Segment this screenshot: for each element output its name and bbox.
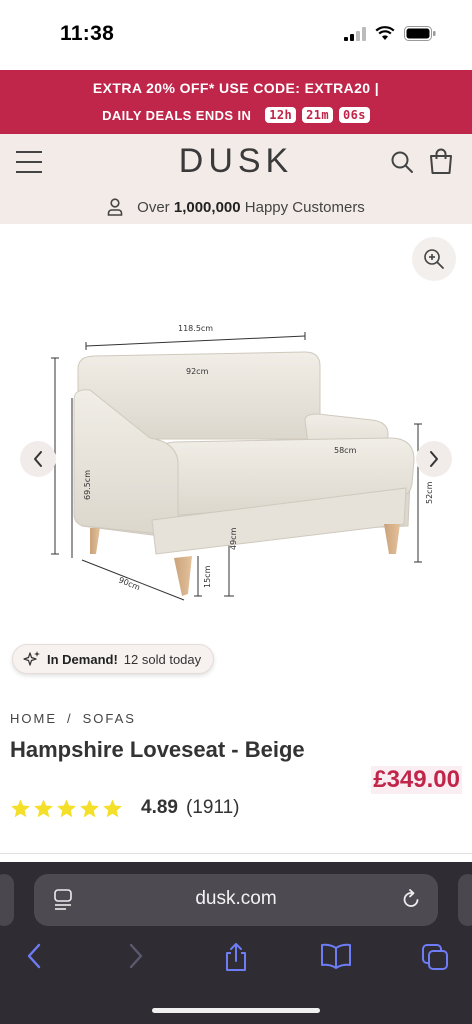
sold-today-text: 12 sold today [123,651,202,667]
url-text: dusk.com [195,888,277,909]
breadcrumb: HOME / SOFAS [10,711,136,726]
gallery-next-button[interactable] [416,441,452,477]
product-price: £349.00 [371,766,462,794]
deals-label: DAILY DEALS ENDS IN [102,107,252,123]
dim-leg-height: 15cm [203,565,212,588]
product-rating[interactable]: 4.89 (1911) [10,797,240,819]
zoom-button[interactable] [412,237,456,281]
dim-seat-depth: 58cm [334,446,357,455]
promo-code-text: EXTRA 20% OFF* USE CODE: EXTRA20 | [92,80,380,96]
reload-icon[interactable] [400,888,422,910]
zoom-in-icon [424,249,444,269]
back-chevron-icon [27,943,41,969]
forward-button[interactable] [128,942,144,975]
dim-depth: 90cm [117,576,141,593]
home-indicator[interactable] [152,1008,320,1013]
site-header: DUSK [0,134,472,190]
product-gallery[interactable]: 118.5cm 92cm 58cm 69.5cm 49cm 52cm 15cm … [0,224,472,696]
browser-nav-toolbar [0,938,472,978]
gallery-prev-button[interactable] [20,441,56,477]
star-icon [34,798,53,817]
daily-deals-countdown: DAILY DEALS ENDS IN 12h 21m 06s [0,107,472,123]
in-demand-label: In Demand! [47,651,118,667]
chevron-right-icon [430,451,438,467]
customers-prefix: Over [137,198,170,216]
star-icon [80,798,99,817]
dim-seat-width: 92cm [186,367,209,376]
dim-arm-height: 52cm [425,481,434,504]
happy-customers-bar: Over 1,000,000 Happy Customers [0,190,472,224]
product-title: Hampshire Loveseat - Beige [10,737,305,762]
dim-overall-width: 118.5cm [178,324,213,333]
section-divider [0,853,472,854]
customers-count: 1,000,000 [173,198,241,216]
book-icon [321,943,351,969]
tabs-button[interactable] [420,942,450,977]
cellular-signal-icon [344,26,366,41]
breadcrumb-sofas[interactable]: SOFAS [83,711,136,726]
status-time: 11:38 [60,22,115,45]
tabs-icon [422,944,448,970]
previous-tab-edge[interactable] [0,874,14,926]
breadcrumb-home[interactable]: HOME [10,711,57,726]
next-tab-edge[interactable] [458,874,472,926]
sparkle-icon [23,651,40,666]
dim-seat-height: 49cm [229,527,238,550]
in-demand-badge: In Demand! 12 sold today [12,644,215,674]
review-count: (1911) [185,797,240,818]
countdown-minutes: 21m [302,107,334,123]
promo-banner[interactable]: EXTRA 20% OFF* USE CODE: EXTRA20 | DAILY… [0,70,472,134]
star-icon [11,798,30,817]
countdown-seconds: 06s [339,107,370,123]
dim-overall-height: 69.5cm [83,470,92,500]
star-icon [103,798,122,817]
forward-chevron-icon [129,943,143,969]
rating-value: 4.89 [141,797,178,818]
address-bar[interactable]: dusk.com [34,874,438,926]
status-icons [344,26,436,41]
share-icon [226,943,246,971]
user-icon [107,198,123,216]
share-button[interactable] [222,942,250,977]
star-icon [57,798,76,817]
customers-suffix: Happy Customers [244,198,365,216]
product-image: 118.5cm 92cm 58cm 69.5cm 49cm 52cm 15cm … [51,324,434,601]
bookmarks-button[interactable] [320,942,352,975]
chevron-left-icon [34,451,42,467]
shopping-bag-icon[interactable] [428,147,454,175]
back-button[interactable] [26,942,42,975]
wifi-icon [375,26,395,40]
rating-stars [10,798,123,819]
customers-text: Over 1,000,000 Happy Customers [137,199,365,216]
battery-icon [404,26,436,41]
countdown-hours: 12h [265,107,297,123]
breadcrumb-separator: / [67,711,73,726]
status-bar: 11:38 [0,0,472,70]
search-icon[interactable] [390,150,414,174]
